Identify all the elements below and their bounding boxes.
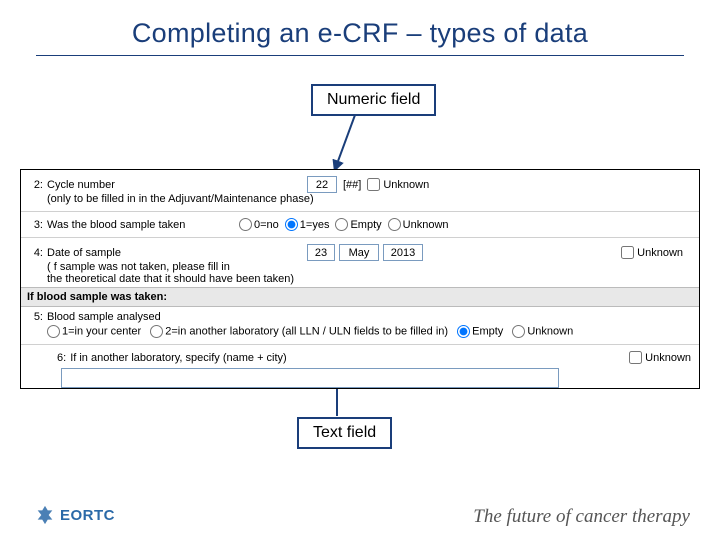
q2-note: (only to be filled in in the Adjuvant/Ma…: [47, 193, 691, 205]
q5-label: Blood sample analysed: [47, 311, 161, 323]
q4-unknown-label: Unknown: [637, 247, 683, 259]
q5-opt-unknown-label: Unknown: [527, 325, 573, 337]
question-3: 3: Was the blood sample taken 0=no 1=yes…: [21, 216, 699, 233]
q3-num: 3:: [25, 219, 43, 231]
q2-label: Cycle number: [47, 179, 307, 191]
q3-opt-empty[interactable]: [335, 218, 348, 231]
q5-opt-other-label: 2=in another laboratory (all LLN / ULN f…: [165, 325, 448, 337]
q4-num: 4:: [25, 247, 43, 259]
q4-day-input[interactable]: [307, 244, 335, 261]
q2-num: 2:: [25, 179, 43, 191]
q5-opt-unknown[interactable]: [512, 325, 525, 338]
q6-num: 6:: [57, 352, 66, 364]
q6-unknown-checkbox[interactable]: [629, 351, 642, 364]
eortc-logo-icon: [34, 504, 56, 526]
q3-opt-empty-label: Empty: [350, 219, 381, 231]
q4-unknown-checkbox[interactable]: [621, 246, 634, 259]
q6-unknown-label: Unknown: [645, 352, 691, 364]
eortc-logo: EORTC: [34, 504, 115, 526]
q3-opt-unknown-label: Unknown: [403, 219, 449, 231]
section-header: If blood sample was taken:: [21, 287, 699, 307]
q3-opt-no[interactable]: [239, 218, 252, 231]
question-4: 4: Date of sample Unknown ( f sample was…: [21, 242, 699, 287]
q4-year-input[interactable]: [383, 244, 423, 261]
q2-unknown-label: Unknown: [383, 179, 429, 191]
q4-note2: the theoretical date that it should have…: [47, 273, 691, 285]
q6-text-input[interactable]: [61, 368, 559, 388]
eortc-logo-text: EORTC: [60, 507, 115, 524]
q3-label: Was the blood sample taken: [47, 219, 233, 231]
form-panel: 2: Cycle number [##] Unknown (only to be…: [20, 169, 700, 389]
slide-title: Completing an e-CRF – types of data: [0, 0, 720, 53]
q5-opt-center[interactable]: [47, 325, 60, 338]
q5-opt-center-label: 1=in your center: [62, 325, 141, 337]
question-5: 5: Blood sample analysed 1=in your cente…: [21, 307, 699, 340]
q6-label: If in another laboratory, specify (name …: [70, 352, 629, 364]
q3-opt-yes[interactable]: [285, 218, 298, 231]
q2-hash: [##]: [343, 179, 361, 191]
q5-num: 5:: [25, 311, 43, 323]
title-underline: [36, 55, 684, 56]
question-2: 2: Cycle number [##] Unknown (only to be…: [21, 170, 699, 207]
tagline: The future of cancer therapy: [473, 506, 690, 528]
q5-opt-other[interactable]: [150, 325, 163, 338]
q3-opt-no-label: 0=no: [254, 219, 279, 231]
question-6: 6: If in another laboratory, specify (na…: [21, 349, 699, 396]
q4-label: Date of sample: [47, 247, 307, 259]
q2-unknown-checkbox[interactable]: [367, 178, 380, 191]
q3-opt-yes-label: 1=yes: [300, 219, 330, 231]
q2-input[interactable]: [307, 176, 337, 193]
q5-opt-empty[interactable]: [457, 325, 470, 338]
q4-month-input[interactable]: [339, 244, 379, 261]
callout-numeric: Numeric field: [311, 84, 436, 116]
callout-text: Text field: [297, 417, 392, 449]
q5-opt-empty-label: Empty: [472, 325, 503, 337]
q3-opt-unknown[interactable]: [388, 218, 401, 231]
q4-note1: ( f sample was not taken, please fill in: [47, 261, 691, 273]
